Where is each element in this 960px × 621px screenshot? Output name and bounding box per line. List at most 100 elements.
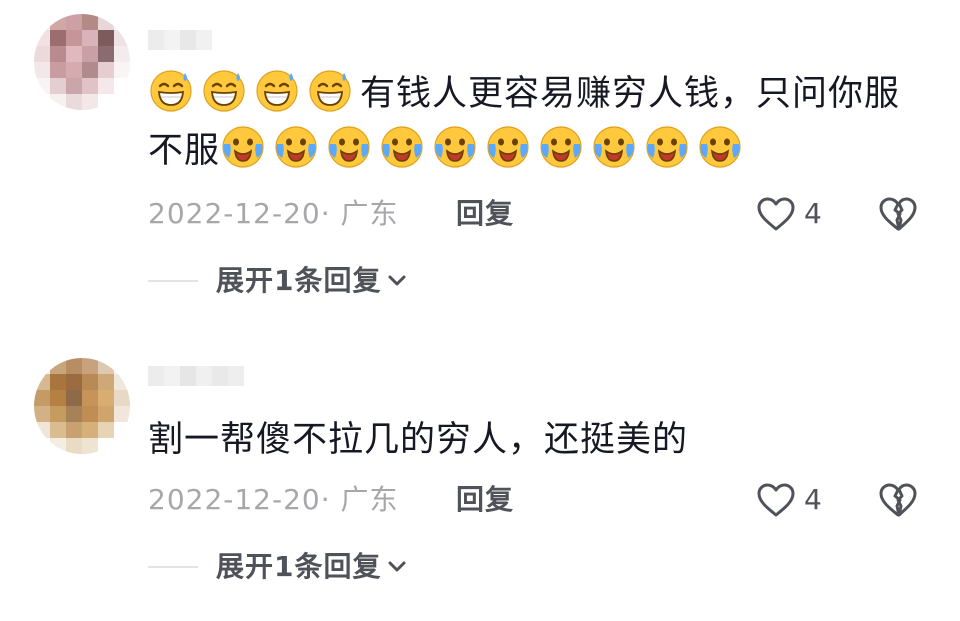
crying-laugh-icon (644, 124, 690, 170)
avatar-pixel (50, 438, 66, 454)
grin-sweat-icon (148, 67, 194, 113)
avatar-pixel (114, 422, 130, 438)
avatar-pixel (98, 390, 114, 406)
avatar-pixel (50, 46, 66, 62)
avatar-pixel (66, 62, 82, 78)
avatar-pixel (34, 438, 50, 454)
avatar-pixel (66, 14, 82, 30)
dislike-button[interactable] (878, 194, 918, 234)
username-blur-block (148, 366, 164, 386)
avatar-pixel (50, 374, 66, 390)
avatar[interactable] (34, 14, 130, 110)
avatar-pixel (114, 14, 130, 30)
avatar-pixel (34, 30, 50, 46)
divider-line (148, 280, 198, 282)
avatar-pixel (114, 30, 130, 46)
avatar-pixel (50, 422, 66, 438)
avatar-pixel (66, 438, 82, 454)
avatar-pixel (82, 78, 98, 94)
avatar-pixel (34, 46, 50, 62)
avatar-pixel (82, 62, 98, 78)
avatar-pixel (114, 46, 130, 62)
dislike-button[interactable] (878, 480, 918, 520)
avatar-pixel (82, 14, 98, 30)
avatar-pixel (98, 30, 114, 46)
username-blur-block (196, 30, 212, 50)
avatar-pixel (82, 390, 98, 406)
reply-button[interactable]: 回复 (456, 194, 514, 234)
crying-laugh-icon (697, 124, 743, 170)
crying-laugh-icon (591, 124, 637, 170)
comment-date-location: 2022-12-20· 广东 (148, 197, 399, 230)
avatar-pixel (66, 374, 82, 390)
avatar-pixel (66, 390, 82, 406)
expand-replies-label: 展开1条回复 (216, 264, 382, 297)
avatar-pixel (82, 46, 98, 62)
divider-line (148, 566, 198, 568)
expand-replies-label: 展开1条回复 (216, 550, 382, 583)
avatar-pixel (34, 78, 50, 94)
avatar-pixel (66, 358, 82, 374)
like-button[interactable]: 4 (756, 194, 822, 234)
grin-sweat-icon (201, 67, 247, 113)
username-blurred[interactable] (148, 30, 212, 50)
avatar-pixel (34, 358, 50, 374)
crying-laugh-icon (220, 124, 266, 170)
avatar-pixel (98, 406, 114, 422)
broken-heart-icon (879, 483, 917, 517)
avatar-pixel (34, 390, 50, 406)
heart-outline-icon (757, 197, 795, 231)
avatar-pixel (114, 374, 130, 390)
avatar-pixel (114, 406, 130, 422)
avatar-pixel (50, 94, 66, 110)
avatar-pixel (82, 94, 98, 110)
avatar-pixel (82, 374, 98, 390)
avatar-pixel (34, 14, 50, 30)
like-count: 4 (804, 483, 822, 516)
avatar-pixel (66, 46, 82, 62)
username-blurred[interactable] (148, 366, 244, 390)
like-count: 4 (804, 197, 822, 230)
avatar-pixel (34, 406, 50, 422)
grin-sweat-icon (254, 67, 300, 113)
avatar-pixel (50, 62, 66, 78)
comment-date-location: 2022-12-20· 广东 (148, 483, 399, 516)
comment-text: 有钱人更容易赚穷人钱，只问你服不服 (148, 66, 908, 180)
avatar-pixel (82, 406, 98, 422)
avatar[interactable] (34, 358, 130, 454)
avatar-pixel (82, 422, 98, 438)
avatar-pixel (98, 422, 114, 438)
crying-laugh-icon (538, 124, 584, 170)
comment-meta: 2022-12-20· 广东 回复 4 (148, 480, 928, 520)
avatar-pixel (34, 422, 50, 438)
expand-replies-button[interactable]: 展开1条回复 (148, 261, 407, 301)
avatar-pixel (98, 358, 114, 374)
crying-laugh-icon (379, 124, 425, 170)
avatar-pixel (114, 94, 130, 110)
broken-heart-icon (879, 197, 917, 231)
avatar-pixel (50, 14, 66, 30)
like-button[interactable]: 4 (756, 480, 822, 520)
username-blur-block (228, 366, 244, 386)
avatar-pixel (66, 406, 82, 422)
comment-text-segment: 割一帮傻不拉几的穷人，还挺美的 (148, 420, 689, 460)
grin-sweat-icon (307, 67, 353, 113)
expand-replies-button[interactable]: 展开1条回复 (148, 547, 407, 587)
crying-laugh-icon (326, 124, 372, 170)
reply-button[interactable]: 回复 (456, 480, 514, 520)
avatar-pixel (114, 390, 130, 406)
avatar-pixel (50, 390, 66, 406)
crying-laugh-icon (432, 124, 478, 170)
avatar-pixel (98, 62, 114, 78)
avatar-pixel (66, 422, 82, 438)
heart-outline-icon (757, 483, 795, 517)
avatar-pixel (50, 358, 66, 374)
avatar-pixel (98, 438, 114, 454)
avatar-pixel (114, 358, 130, 374)
crying-laugh-icon (485, 124, 531, 170)
avatar-pixel (114, 78, 130, 94)
avatar-pixel (82, 358, 98, 374)
avatar-pixel (98, 46, 114, 62)
chevron-down-icon (388, 275, 406, 286)
avatar-pixel (66, 94, 82, 110)
